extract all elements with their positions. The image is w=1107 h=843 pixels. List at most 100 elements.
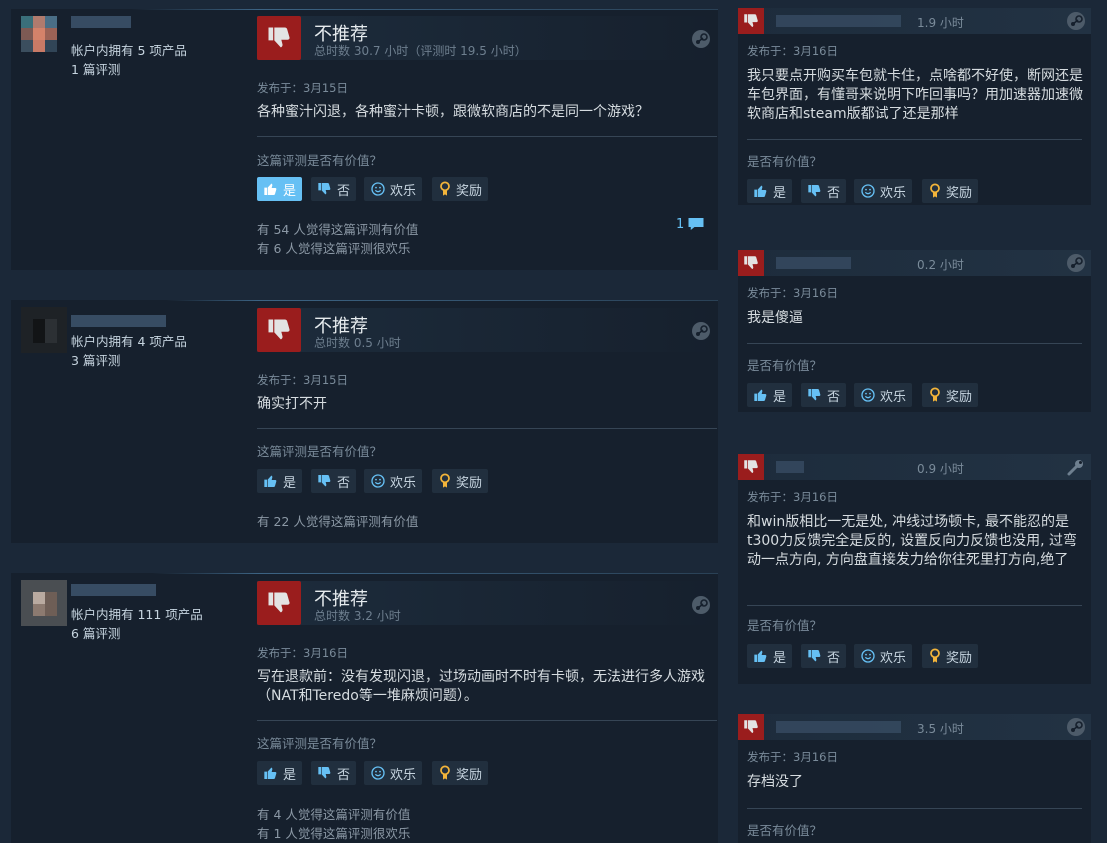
steam-icon: [1067, 12, 1085, 30]
smiley-icon: [371, 766, 385, 780]
posted-date: 发布于：3月16日: [257, 646, 348, 660]
review-text: 我只要点开购买车包就卡住，点啥都不好使，断网还是车包界面，有懂哥来说明下咋回事吗…: [747, 68, 1083, 122]
award-icon: [440, 765, 450, 780]
vote-funny-label: 欢乐: [390, 183, 417, 199]
award-button[interactable]: 奖励: [432, 177, 489, 201]
thumbs-up-icon: [264, 475, 277, 487]
helpful-question: 这篇评测是否有价值？: [257, 444, 383, 459]
account-reviews[interactable]: 6 篇评测: [71, 623, 120, 642]
avatar[interactable]: [21, 16, 67, 62]
award-button[interactable]: 奖励: [922, 383, 979, 407]
playtime: 0.9 小时: [917, 462, 964, 476]
vote-yes-button[interactable]: 是: [747, 644, 793, 668]
vote-yes-label: 是: [283, 475, 297, 491]
vote-yes-button[interactable]: 是: [257, 761, 303, 785]
thumbs-down-icon: [257, 308, 301, 352]
review-card: 帐户内拥有 111 项产品 6 篇评测 不推荐 总时数 3.2 小时 发布于：3…: [11, 573, 718, 843]
playtime: 1.9 小时: [917, 16, 964, 30]
vote-no-button[interactable]: 否: [311, 177, 357, 201]
posted-date: 发布于：3月16日: [747, 44, 838, 58]
thumbs-down-icon: [738, 8, 764, 34]
posted-date: 发布于：3月16日: [747, 490, 838, 504]
posted-date: 发布于：3月15日: [257, 373, 348, 387]
vote-no-button[interactable]: 否: [311, 761, 357, 785]
vote-yes-label: 是: [283, 183, 297, 199]
review-card: 帐户内拥有 5 项产品 1 篇评测 不推荐 总时数 30.7 小时（评测时 19…: [11, 9, 718, 270]
helpful-question: 是否有价值？: [747, 823, 823, 838]
avatar[interactable]: [21, 307, 67, 353]
comment-icon: [688, 218, 704, 230]
vote-funny-button[interactable]: 欢乐: [364, 761, 423, 785]
award-label: 奖励: [456, 183, 483, 199]
vote-yes-button[interactable]: 是: [257, 177, 303, 201]
username-blurred[interactable]: [776, 257, 851, 269]
vote-funny-button[interactable]: 欢乐: [854, 179, 913, 203]
username-blurred[interactable]: [776, 461, 804, 473]
account-reviews[interactable]: 1 篇评测: [71, 59, 120, 78]
award-button[interactable]: 奖励: [922, 644, 979, 668]
card-top-border: [11, 9, 718, 10]
username-blurred[interactable]: [71, 315, 166, 327]
divider: [747, 605, 1082, 606]
vote-yes-button[interactable]: 是: [747, 383, 793, 407]
vote-no-button[interactable]: 否: [311, 469, 357, 493]
username-blurred[interactable]: [776, 15, 901, 27]
review-text: 存档没了: [747, 774, 803, 790]
vote-funny-button[interactable]: 欢乐: [854, 644, 913, 668]
vote-yes-label: 是: [773, 389, 787, 405]
award-button[interactable]: 奖励: [432, 469, 489, 493]
vote-yes-button[interactable]: 是: [257, 469, 303, 493]
review-card: 帐户内拥有 4 项产品 3 篇评测 不推荐 总时数 0.5 小时 发布于：3月1…: [11, 300, 718, 543]
username-blurred[interactable]: [71, 584, 156, 596]
funny-count: 有 6 人觉得这篇评测很欢乐: [257, 241, 411, 256]
vote-funny-button[interactable]: 欢乐: [854, 383, 913, 407]
award-button[interactable]: 奖励: [432, 761, 489, 785]
vote-no-button[interactable]: 否: [801, 179, 847, 203]
avatar[interactable]: [21, 580, 67, 626]
posted-date: 发布于：3月16日: [747, 286, 838, 300]
thumbs-up-icon: [754, 185, 767, 197]
vote-no-button[interactable]: 否: [801, 383, 847, 407]
vote-no-label: 否: [827, 389, 841, 405]
account-products[interactable]: 帐户内拥有 4 项产品: [71, 331, 187, 350]
vote-funny-button[interactable]: 欢乐: [364, 469, 423, 493]
vote-yes-button[interactable]: 是: [747, 179, 793, 203]
award-label: 奖励: [946, 389, 973, 405]
award-label: 奖励: [946, 185, 973, 201]
helpful-question: 这篇评测是否有价值？: [257, 736, 383, 751]
vote-funny-label: 欢乐: [390, 475, 417, 491]
award-icon: [930, 648, 940, 663]
vote-no-button[interactable]: 否: [801, 644, 847, 668]
thumbs-down-icon: [318, 183, 331, 195]
username-blurred[interactable]: [71, 16, 131, 28]
comment-count[interactable]: 1: [676, 216, 705, 232]
vote-yes-label: 是: [773, 650, 787, 666]
smiley-icon: [371, 182, 385, 196]
thumbs-down-icon: [738, 714, 764, 740]
account-reviews[interactable]: 3 篇评测: [71, 350, 120, 369]
vote-yes-label: 是: [283, 767, 297, 783]
playtime: 总时数 0.5 小时: [314, 336, 401, 350]
review-card-compact: 1.9 小时 发布于：3月16日 我只要点开购买车包就卡住，点啥都不好使，断网还…: [738, 8, 1091, 205]
smiley-icon: [371, 474, 385, 488]
vote-funny-label: 欢乐: [880, 185, 907, 201]
vote-funny-label: 欢乐: [880, 389, 907, 405]
award-label: 奖励: [456, 767, 483, 783]
thumbs-down-icon: [318, 475, 331, 487]
posted-date: 发布于：3月15日: [257, 81, 348, 95]
thumbs-down-icon: [738, 454, 764, 480]
review-text: 写在退款前：没有发现闪退，过场动画时不时有卡顿，无法进行多人游戏（NAT和Ter…: [257, 669, 705, 704]
thumbs-down-icon: [318, 767, 331, 779]
account-products[interactable]: 帐户内拥有 111 项产品: [71, 604, 203, 623]
review-text: 我是傻逼: [747, 310, 803, 326]
award-button[interactable]: 奖励: [922, 179, 979, 203]
helpful-count: 有 54 人觉得这篇评测有价值: [257, 222, 419, 237]
username-blurred[interactable]: [776, 721, 901, 733]
thumbs-down-icon: [738, 250, 764, 276]
helpful-question: 这篇评测是否有价值？: [257, 153, 383, 168]
vote-no-label: 否: [827, 185, 841, 201]
thumbs-down-icon: [808, 389, 821, 401]
account-products[interactable]: 帐户内拥有 5 项产品: [71, 40, 187, 59]
vote-funny-button[interactable]: 欢乐: [364, 177, 423, 201]
thumbs-down-icon: [257, 16, 301, 60]
